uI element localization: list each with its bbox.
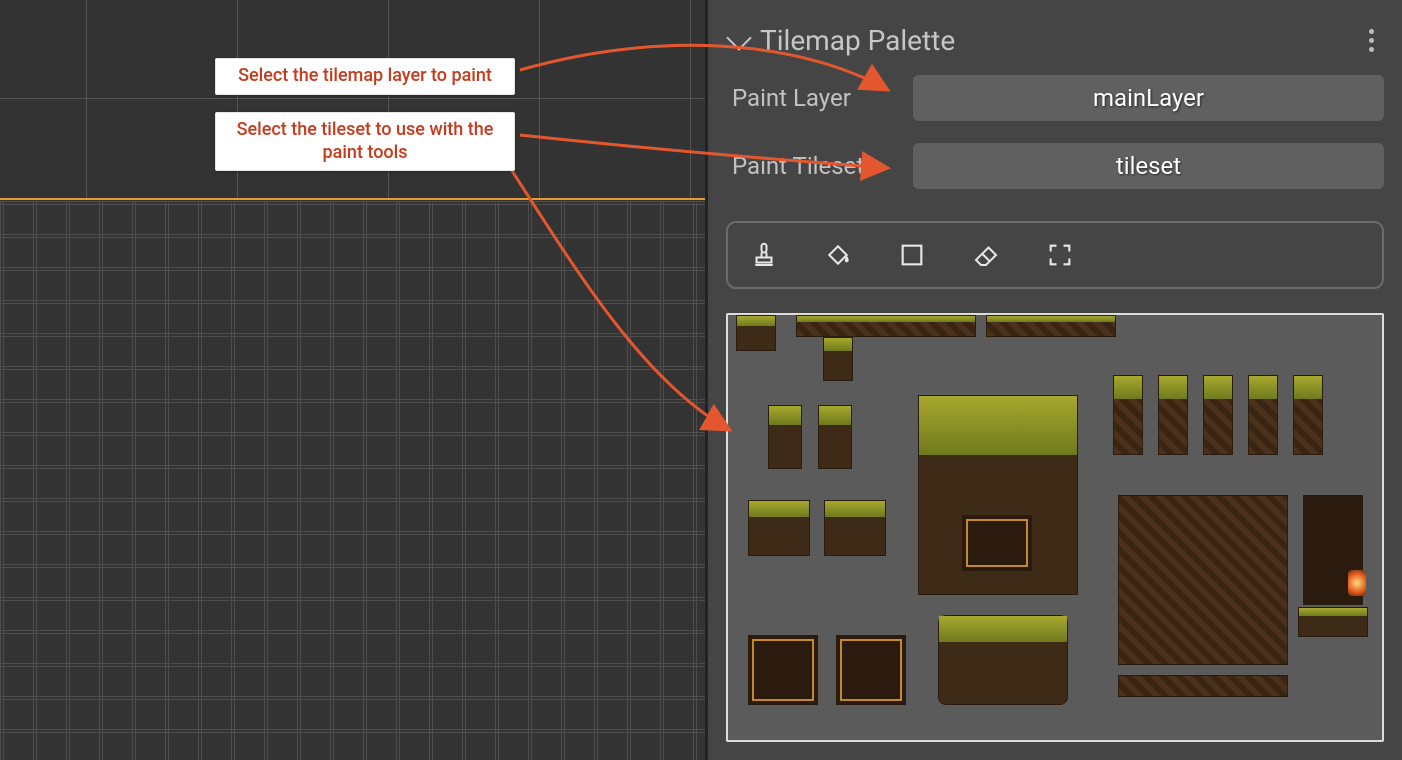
tilemap-palette-panel: Tilemap Palette Paint Layer mainLayer Pa…	[708, 0, 1402, 760]
annotation-tileset-hint: Select the tileset to use with the paint…	[215, 112, 515, 171]
tilemap-boundary-line	[0, 198, 705, 200]
bucket-fill-tool-icon[interactable]	[820, 237, 856, 273]
paint-tileset-label: Paint Tileset	[726, 152, 891, 180]
tileset-preview[interactable]	[726, 313, 1384, 742]
stamp-tool-icon[interactable]	[746, 237, 782, 273]
paint-tools-toolbar	[726, 221, 1384, 289]
fullscreen-tool-icon[interactable]	[1042, 237, 1078, 273]
paint-tileset-row: Paint Tileset tileset	[726, 143, 1384, 189]
more-options-icon[interactable]	[1369, 29, 1380, 52]
paint-layer-label: Paint Layer	[726, 84, 891, 112]
rectangle-tool-icon[interactable]	[894, 237, 930, 273]
panel-title: Tilemap Palette	[760, 24, 1357, 57]
collapse-icon[interactable]	[726, 25, 751, 50]
tilemap-grid	[0, 201, 705, 760]
tileset-tiles	[728, 315, 1382, 740]
eraser-tool-icon[interactable]	[968, 237, 1004, 273]
paint-layer-row: Paint Layer mainLayer	[726, 75, 1384, 121]
paint-tileset-dropdown[interactable]: tileset	[913, 143, 1384, 189]
annotation-layer-hint: Select the tilemap layer to paint	[215, 58, 515, 95]
paint-layer-dropdown[interactable]: mainLayer	[913, 75, 1384, 121]
